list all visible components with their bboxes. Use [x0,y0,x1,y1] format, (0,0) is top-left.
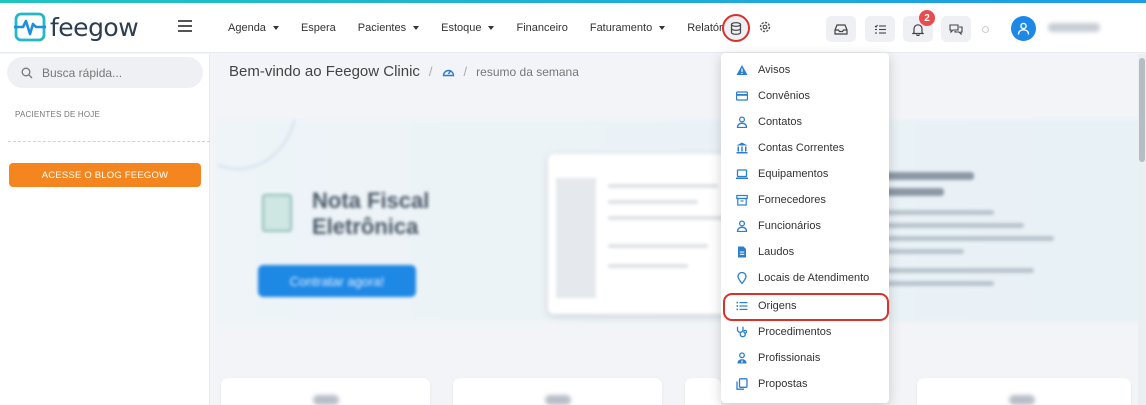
chat-icon [949,24,963,35]
inbox-button[interactable] [826,16,856,42]
status-dot [982,26,989,33]
breadcrumb-current[interactable]: resumo da semana [476,65,579,79]
breadcrumb-separator: / [428,64,433,79]
invoice-icon [262,194,292,232]
menu-item-convenios[interactable]: Convênios [721,83,889,109]
page-title: Bem-vindo ao Feegow Clinic [229,63,420,80]
inbox-icon [834,23,848,35]
caret-down-icon [659,26,666,30]
menu-item-fornecedores[interactable]: Fornecedores [721,187,889,213]
banner-description-blurred [884,172,1054,294]
menu-item-laudos[interactable]: Laudos [721,239,889,265]
divider [8,141,210,142]
summary-card[interactable] [917,378,1131,405]
menu-item-equipamentos[interactable]: Equipamentos [721,161,889,187]
laptop-icon [736,169,748,179]
copy-icon [736,378,748,390]
banner-title-line1: Nota Fiscal [312,188,430,213]
document-icon [738,246,746,258]
quick-search[interactable]: Busca rápida... [7,57,203,88]
decorative-arc [218,120,298,170]
search-icon [21,67,33,78]
menu-item-propostas[interactable]: Propostas [721,371,889,397]
menu-item-contatos[interactable]: Contatos [721,109,889,135]
main-nav: Agenda Espera Pacientes Estoque Financei… [228,3,759,53]
menu-item-locais-de-atendimento[interactable]: Locais de Atendimento [721,265,889,291]
scrollbar-thumb[interactable] [1139,58,1145,162]
checklist-icon [874,24,886,34]
banner-title-line2: Eletrônica [312,214,419,239]
user-icon [1017,22,1030,35]
cadastros-dropdown: Avisos Convênios Contatos Contas Corrent… [721,53,889,403]
caret-down-icon [488,26,495,30]
location-icon [737,272,747,284]
card-icon [736,91,748,101]
menu-item-funcionarios[interactable]: Funcionários [721,213,889,239]
nav-estoque[interactable]: Estoque [441,22,495,34]
dashboard-icon [442,69,454,76]
logo[interactable]: feegow [14,12,139,42]
menu-item-avisos[interactable]: Avisos [721,57,889,83]
nav-pacientes[interactable]: Pacientes [358,22,420,34]
avatar[interactable] [1011,16,1036,41]
blog-button[interactable]: ACESSE O BLOG FEEGOW [9,163,201,187]
contract-button[interactable]: Contratar agora! [258,265,416,297]
heartbeat-logo-icon [14,12,46,42]
menu-item-procedimentos[interactable]: Procedimentos [721,319,889,345]
nav-agenda[interactable]: Agenda [228,22,279,34]
summary-card[interactable] [221,378,430,405]
nav-faturamento[interactable]: Faturamento [590,22,666,34]
caret-down-icon [413,26,420,30]
box-icon [736,194,748,206]
breadcrumb-separator: / [463,64,468,79]
sidebar: Busca rápida... PACIENTES DE HOJE ACESSE… [0,54,210,405]
top-header: feegow Agenda Espera Pacientes Estoque F… [0,3,1146,53]
highlight-origens [723,293,889,321]
tasks-button[interactable] [865,16,895,42]
warning-icon [736,65,748,75]
nav-financeiro[interactable]: Financeiro [516,22,567,34]
breadcrumb: Bem-vindo ao Feegow Clinic / / resumo da… [229,63,579,80]
summary-card[interactable] [453,378,662,405]
brand-name: feegow [50,12,139,42]
menu-item-contas-correntes[interactable]: Contas Correntes [721,135,889,161]
menu-item-profissionais[interactable]: Profissionais [721,345,889,371]
person-icon [736,116,748,128]
database-button[interactable] [722,14,750,42]
notification-badge: 2 [919,10,935,26]
person-icon [736,220,748,232]
mockup-screen [548,154,748,314]
search-input[interactable]: Busca rápida... [42,66,122,80]
section-title: PACIENTES DE HOJE [15,110,101,119]
summary-card[interactable] [685,378,721,405]
doctor-icon [737,352,747,364]
user-name-blurred[interactable] [1048,23,1100,32]
database-icon [730,21,742,35]
stethoscope-icon [736,326,748,338]
nav-espera[interactable]: Espera [301,22,336,34]
promo-banner[interactable]: Nota Fiscal Eletrônica Contratar agora! [218,120,1146,322]
chat-button[interactable] [941,16,971,42]
gear-icon[interactable] [758,20,772,34]
menu-toggle-icon[interactable] [178,20,192,32]
bank-icon [736,142,748,154]
caret-down-icon [272,26,279,30]
